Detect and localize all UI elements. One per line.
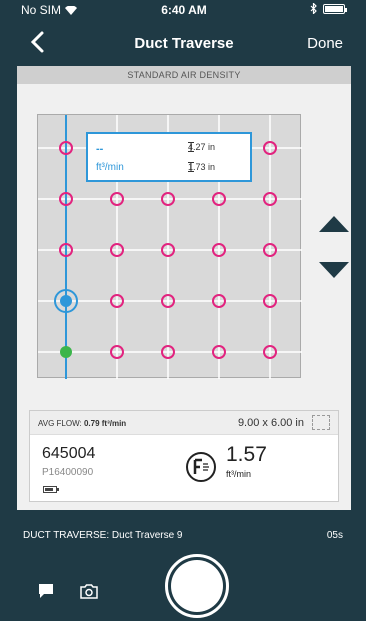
- probe-battery-icon: [43, 486, 59, 493]
- battery-icon: [323, 3, 347, 14]
- camera-icon[interactable]: [80, 583, 98, 599]
- elapsed-time: 05s: [326, 530, 343, 541]
- status-time: 6:40 AM: [161, 3, 207, 17]
- completed-point[interactable]: [60, 346, 72, 358]
- traverse-grid: -- ft³/min 4.27 in 1.73 in: [37, 114, 302, 379]
- traverse-content: STANDARD AIR DENSITY -- ft³/min 4.27 in …: [17, 66, 351, 510]
- point-info-box: -- ft³/min 4.27 in 1.73 in: [86, 132, 252, 182]
- flow-card: AVG FLOW: 0.79 ft³/min 9.00 x 6.00 in 64…: [29, 410, 339, 502]
- probe-model: P16400090: [42, 467, 94, 478]
- duct-shape-icon[interactable]: [312, 415, 330, 430]
- nav-bar: Duct Traverse Done: [17, 20, 351, 66]
- move-down-arrow-icon[interactable]: [319, 262, 349, 278]
- point-reading: --: [96, 143, 104, 155]
- status-right: [310, 3, 347, 14]
- bluetooth-icon: [310, 3, 317, 14]
- capture-button[interactable]: [165, 554, 229, 618]
- traverse-name: DUCT TRAVERSE: Duct Traverse 9: [23, 530, 183, 541]
- app-screen: No SIM 6:40 AM Duct Traverse Done STANDA…: [17, 0, 351, 621]
- status-bar: No SIM 6:40 AM: [17, 0, 351, 20]
- page-title: Duct Traverse: [134, 35, 234, 52]
- flow-mode-icon[interactable]: [185, 451, 217, 483]
- depth-row-1: 4.27 in: [188, 142, 215, 152]
- flow-unit: ft³/min: [226, 469, 252, 479]
- current-point[interactable]: [60, 295, 72, 307]
- done-button[interactable]: Done: [307, 35, 343, 52]
- depth-marker-icon: [188, 142, 194, 152]
- air-density-banner: STANDARD AIR DENSITY: [17, 66, 351, 84]
- depth-marker-icon: [188, 162, 194, 172]
- avg-flow-label: AVG FLOW:: [38, 419, 82, 428]
- flow-card-header: AVG FLOW: 0.79 ft³/min 9.00 x 6.00 in: [30, 411, 338, 435]
- avg-flow: AVG FLOW: 0.79 ft³/min: [38, 419, 126, 428]
- duct-size: 9.00 x 6.00 in: [237, 417, 304, 429]
- probe-serial: 645004: [42, 445, 96, 462]
- point-unit: ft³/min: [96, 162, 124, 173]
- avg-flow-value: 0.79 ft³/min: [83, 419, 127, 428]
- move-up-arrow-icon[interactable]: [319, 216, 349, 232]
- capture-panel: DUCT TRAVERSE: Duct Traverse 9 05s: [17, 510, 351, 621]
- depth-row-2: 1.73 in: [188, 162, 215, 172]
- comment-icon[interactable]: [37, 582, 55, 600]
- flow-value: 1.57: [226, 443, 267, 466]
